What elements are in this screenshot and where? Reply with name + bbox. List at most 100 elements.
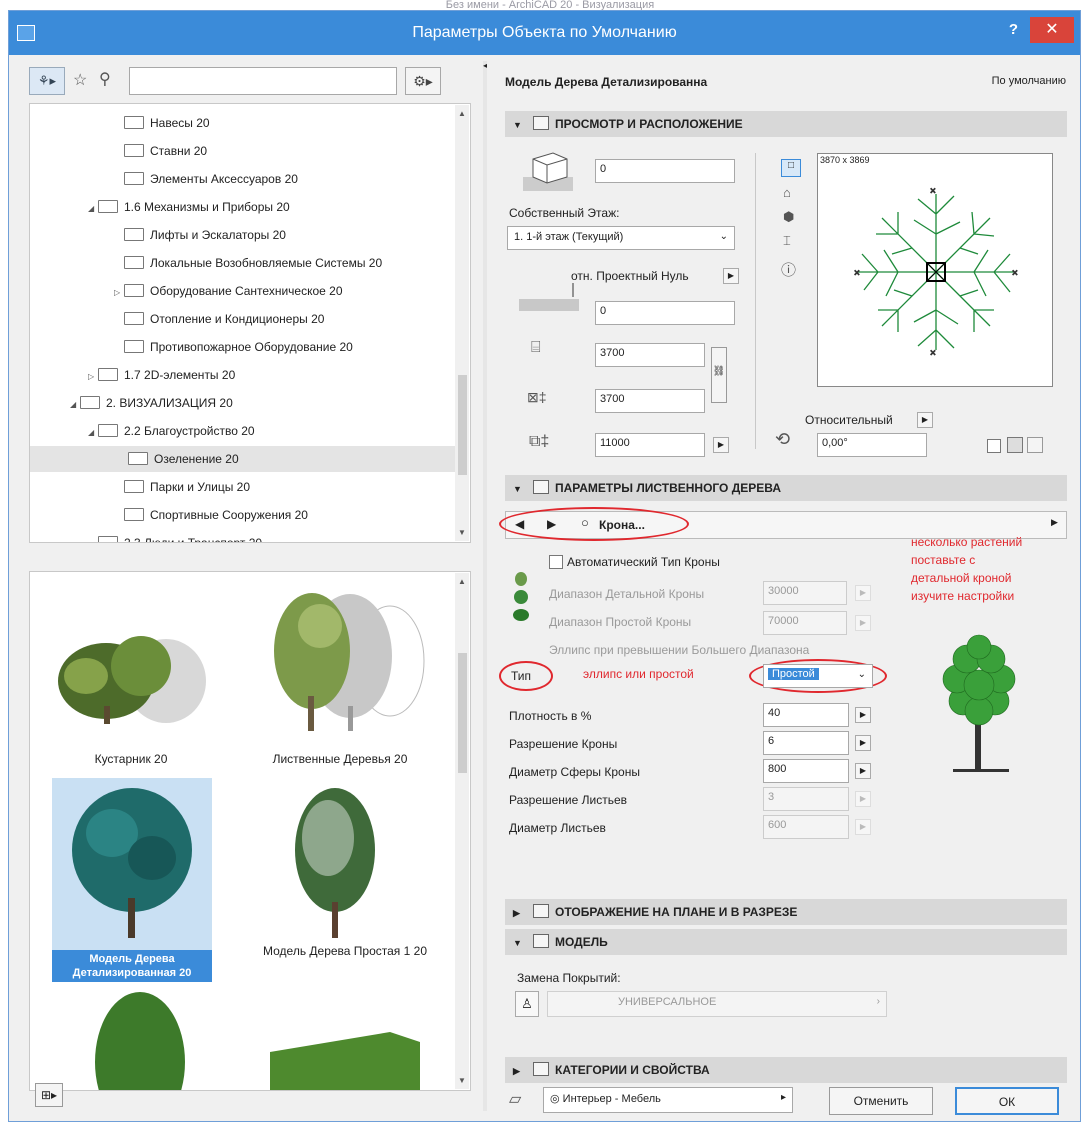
tree-detailed-image [72, 788, 192, 938]
tree-scrollbar[interactable]: ▲ ▼ [455, 105, 469, 541]
thumb-shrub[interactable]: Кустарник 20 [46, 586, 216, 766]
tree-folder-item[interactable]: ▷ 1.7 2D-элементы 20 [88, 362, 235, 388]
tree-folder-item[interactable]: ◢ 1.6 Механизмы и Приборы 20 [88, 194, 290, 220]
crown-res-arrow[interactable]: ▶ [855, 735, 871, 751]
view-3d-icon[interactable]: ⬢ [783, 209, 794, 225]
hedge-round-image [95, 992, 185, 1090]
folder-icon [124, 312, 144, 325]
tree-folder-item[interactable]: ◢ 2.2 Благоустройство 20 [88, 418, 255, 444]
height-field[interactable]: 11000 [595, 433, 705, 457]
thumb-tree-detailed[interactable]: Модель Дерева Детализированная 20 [52, 778, 212, 982]
tree-folder-item[interactable]: ◢ 2.3 Люди и Транспорт 20 [88, 530, 262, 542]
thumb-tree-simple[interactable]: Модель Дерева Простая 1 20 [250, 778, 440, 958]
help-button[interactable]: ? [1009, 21, 1018, 38]
simple-range-arrow[interactable]: ▶ [855, 615, 871, 631]
view-plan-button[interactable]: □ [781, 159, 801, 177]
section-tree-parameters[interactable]: ▼ ПАРАМЕТРЫ ЛИСТВЕННОГО ДЕРЕВА [505, 475, 1067, 501]
search-input[interactable] [129, 67, 397, 95]
tree-folder-item[interactable]: Отопление и Кондиционеры 20 [114, 306, 324, 332]
project-zero-label: отн. Проектный Нуль [571, 269, 689, 283]
view-section-icon[interactable]: ⌶ [783, 233, 791, 249]
thumb-deciduous-trees[interactable]: Лиственные Деревья 20 [250, 586, 430, 766]
section-preview-positioning[interactable]: ▼ ПРОСМОТР И РАСПОЛОЖЕНИЕ [505, 111, 1067, 137]
expand-arrow-icon[interactable]: ◢ [70, 392, 80, 418]
tree-item-label: Навесы 20 [150, 116, 210, 130]
gear-icon[interactable]: ⚙▸ [405, 67, 441, 95]
leaf-res-field[interactable]: 3 [763, 787, 849, 811]
bottom-elevation-field[interactable]: 0 [595, 301, 735, 325]
page-dropdown-arrow[interactable]: ▶ [1051, 517, 1058, 528]
expand-arrow-icon[interactable]: ▷ [114, 280, 124, 306]
chevron-right-icon: ▸ [780, 1092, 786, 1103]
tree-folder-item[interactable]: Локальные Возобновляемые Системы 20 [114, 250, 382, 276]
favorites-star-icon[interactable]: ☆ [73, 70, 87, 90]
sphere-diameter-field[interactable]: 800 [763, 759, 849, 783]
expand-arrow-icon[interactable]: ◢ [88, 532, 98, 542]
width-field[interactable]: 3700 [595, 343, 705, 367]
layer-select[interactable]: ◎ Интерьер - Мебель ▸ [543, 1087, 793, 1113]
view-elevation-icon[interactable]: ⌂ [783, 185, 791, 200]
section-title: ПРОСМОТР И РАСПОЛОЖЕНИЕ [555, 117, 743, 131]
section-model[interactable]: ▼ МОДЕЛЬ [505, 929, 1067, 955]
dialog-title: Параметры Объекта по Умолчанию [412, 24, 677, 41]
object-name: Модель Дерева Детализированна [505, 75, 708, 89]
width-icon: ⌸ [531, 339, 541, 356]
note-line-2: поставьте с [911, 553, 976, 567]
library-manager-icon[interactable]: ⊞▸ [35, 1083, 63, 1107]
detail-range-field[interactable]: 30000 [763, 581, 847, 605]
tree-folder-item[interactable]: Ставни 20 [114, 138, 207, 164]
tree-folder-item[interactable]: Спортивные Сооружения 20 [114, 502, 308, 528]
simple-range-field[interactable]: 70000 [763, 611, 847, 635]
chain-link-icon[interactable]: ⛓ [711, 347, 727, 403]
tree-folder-item[interactable]: ◢ 2. ВИЗУАЛИЗАЦИЯ 20 [70, 390, 233, 416]
default-label: По умолчанию [991, 75, 1066, 87]
ok-button[interactable]: ОК [955, 1087, 1059, 1115]
crown-res-field[interactable]: 6 [763, 731, 849, 755]
thumbs-scrollbar[interactable]: ▲ ▼ [455, 573, 469, 1089]
section-categories[interactable]: ▶ КАТЕГОРИИ И СВОЙСТВА [505, 1057, 1067, 1083]
leaf-diameter-field[interactable]: 600 [763, 815, 849, 839]
tree-item-label: Оборудование Сантехническое 20 [150, 284, 343, 298]
pane-splitter[interactable]: ◂ [483, 61, 487, 1111]
tree-folder-item[interactable]: Парки и Улицы 20 [114, 474, 250, 500]
leaf-res-arrow[interactable]: ▶ [855, 791, 871, 807]
info-icon[interactable]: ⓘ [781, 259, 796, 280]
expand-arrow-icon[interactable]: ◢ [88, 420, 98, 446]
tree-folder-item[interactable]: Противопожарное Оборудование 20 [114, 334, 353, 360]
tree-folder-item[interactable]: ▷ Оборудование Сантехническое 20 [114, 278, 343, 304]
density-field[interactable]: 40 [763, 703, 849, 727]
tree-folder-item[interactable]: Озеленение 20 [30, 446, 460, 472]
section-floor-plan[interactable]: ▶ ОТОБРАЖЕНИЕ НА ПЛАНЕ И В РАЗРЕЗЕ [505, 899, 1067, 925]
library-view-icon[interactable]: ⚘▸ [29, 67, 65, 95]
override-select[interactable]: УНИВЕРСАЛЬНОЕ › [547, 991, 887, 1017]
expand-arrow-icon[interactable]: ◢ [88, 196, 98, 222]
tree-item-label: Противопожарное Оборудование 20 [150, 340, 353, 354]
search-icon[interactable]: ⚲ [99, 69, 111, 89]
sphere-diameter-arrow[interactable]: ▶ [855, 763, 871, 779]
expand-arrow-icon[interactable]: ▷ [88, 364, 98, 390]
type-select[interactable]: Простой ⌄ [763, 664, 873, 688]
tree-folder-item[interactable]: Элементы Аксессуаров 20 [114, 166, 298, 192]
mirror-checkbox[interactable] [987, 439, 1001, 453]
home-story-select[interactable]: 1. 1-й этаж (Текущий) ⌄ [507, 226, 735, 250]
auto-crown-checkbox[interactable] [549, 555, 563, 569]
relative-arrow-button[interactable]: ▶ [917, 412, 933, 428]
close-button[interactable]: ✕ [1030, 17, 1074, 43]
brush-icon[interactable]: ♙ [515, 991, 539, 1017]
type-note: эллипс или простой [583, 667, 694, 681]
cancel-button[interactable]: Отменить [829, 1087, 933, 1115]
tree-folder-item[interactable]: Навесы 20 [114, 110, 210, 136]
detail-range-arrow[interactable]: ▶ [855, 585, 871, 601]
project-zero-arrow-button[interactable]: ▶ [723, 268, 739, 284]
top-elevation-field[interactable]: 0 [595, 159, 735, 183]
leaf-diameter-arrow[interactable]: ▶ [855, 819, 871, 835]
top-elevation-icon [523, 152, 573, 191]
height-arrow-button[interactable]: ▶ [713, 437, 729, 453]
tree-item-label: Лифты и Эскалаторы 20 [150, 228, 286, 242]
angle-field[interactable]: 0,00° [817, 433, 927, 457]
tree-folder-item[interactable]: Лифты и Эскалаторы 20 [114, 222, 286, 248]
density-arrow[interactable]: ▶ [855, 707, 871, 723]
depth-field[interactable]: 3700 [595, 389, 705, 413]
section-title: МОДЕЛЬ [555, 935, 608, 949]
home-story-value: 1. 1-й этаж (Текущий) [514, 231, 624, 243]
